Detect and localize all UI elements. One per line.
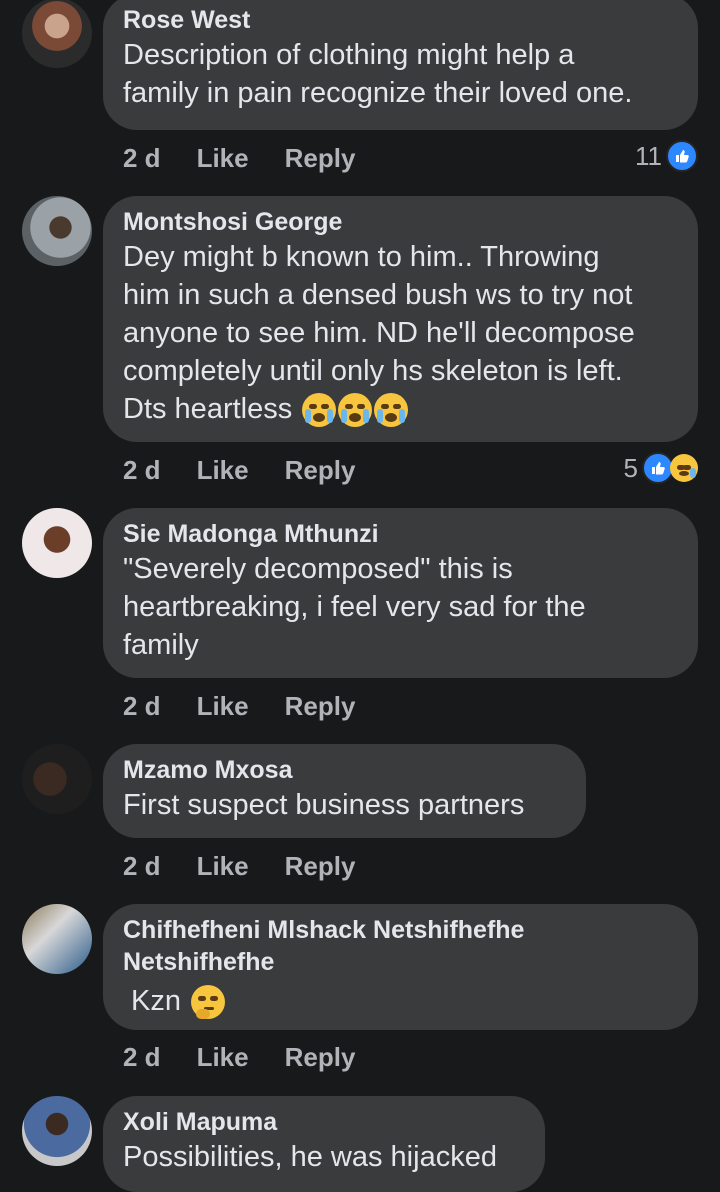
reaction-summary[interactable]: 5 bbox=[624, 452, 698, 484]
author-name[interactable]: Xoli Mapuma bbox=[123, 1106, 525, 1138]
crying-emoji-icon bbox=[302, 393, 337, 428]
timestamp[interactable]: 2 d bbox=[123, 1042, 161, 1073]
comment-text-line: Dey might b known to him.. Throwing bbox=[123, 241, 600, 273]
comment-text-line: family in pain recognize their loved one… bbox=[123, 77, 633, 109]
comment-text-line: Description of clothing might help a bbox=[123, 39, 575, 71]
sad-emoji-icon bbox=[670, 454, 698, 482]
comment-text-line: "Severely decomposed" this is bbox=[123, 553, 513, 585]
reply-button[interactable]: Reply bbox=[285, 851, 356, 882]
author-name[interactable]: Sie Madonga Mthunzi bbox=[123, 518, 678, 550]
reply-button[interactable]: Reply bbox=[285, 455, 356, 486]
author-name[interactable]: Rose West bbox=[123, 4, 678, 36]
crying-emoji-icon bbox=[338, 393, 373, 428]
comment-actions: 2 d Like Reply bbox=[123, 455, 391, 486]
reply-button[interactable]: Reply bbox=[285, 691, 356, 722]
crying-emoji-icon bbox=[374, 393, 409, 428]
comment-text-line: family bbox=[123, 629, 199, 661]
like-button[interactable]: Like bbox=[197, 1042, 249, 1073]
reply-button[interactable]: Reply bbox=[285, 143, 356, 174]
author-name-line[interactable]: Netshifhefhe bbox=[123, 946, 678, 978]
like-button[interactable]: Like bbox=[197, 851, 249, 882]
timestamp[interactable]: 2 d bbox=[123, 455, 161, 486]
author-name[interactable]: Mzamo Mxosa bbox=[123, 754, 566, 786]
comment-text-line: completely until only hs skeleton is lef… bbox=[123, 355, 623, 387]
reaction-count: 11 bbox=[635, 140, 662, 171]
avatar[interactable] bbox=[22, 1096, 92, 1166]
avatar[interactable] bbox=[22, 196, 92, 266]
like-button[interactable]: Like bbox=[197, 143, 249, 174]
comment-actions: 2 d Like Reply bbox=[123, 691, 391, 722]
timestamp[interactable]: 2 d bbox=[123, 143, 161, 174]
timestamp[interactable]: 2 d bbox=[123, 691, 161, 722]
like-button[interactable]: Like bbox=[197, 691, 249, 722]
reply-button[interactable]: Reply bbox=[285, 1042, 356, 1073]
comment-text-line-with-emoji: Dts heartless bbox=[123, 390, 678, 428]
reaction-count: 5 bbox=[623, 452, 638, 483]
avatar[interactable] bbox=[22, 0, 92, 68]
comment-bubble: Chifhefheni Mlshack Netshifhefhe Netshif… bbox=[103, 904, 698, 1030]
timestamp[interactable]: 2 d bbox=[123, 851, 161, 882]
comment-text: Dts heartless bbox=[123, 393, 293, 425]
like-button[interactable]: Like bbox=[197, 455, 249, 486]
avatar[interactable] bbox=[22, 744, 92, 814]
comment-actions: 2 d Like Reply bbox=[123, 851, 391, 882]
reaction-summary[interactable]: 11 bbox=[635, 140, 698, 172]
author-name-line[interactable]: Chifhefheni Mlshack Netshifhefhe bbox=[123, 914, 678, 946]
comment-text-line: anyone to see him. ND he'll decompose bbox=[123, 317, 635, 349]
comment-text-line: him in such a densed bush ws to try not bbox=[123, 279, 633, 311]
comment-bubble: Sie Madonga Mthunzi "Severely decomposed… bbox=[103, 508, 698, 678]
comment-actions: 2 d Like Reply bbox=[123, 1042, 391, 1073]
comment-text-line-with-emoji: Kzn bbox=[123, 982, 678, 1020]
comment-text-line: First suspect business partners bbox=[123, 789, 525, 821]
avatar[interactable] bbox=[22, 904, 92, 974]
comment-bubble: Rose West Description of clothing might … bbox=[103, 0, 698, 130]
comment-bubble: Mzamo Mxosa First suspect business partn… bbox=[103, 744, 586, 838]
avatar[interactable] bbox=[22, 508, 92, 578]
author-name[interactable]: Montshosi George bbox=[123, 206, 678, 238]
comment-bubble: Montshosi George Dey might b known to hi… bbox=[103, 196, 698, 442]
comment-text-line: Possibilities, he was hijacked bbox=[123, 1141, 497, 1173]
comment-actions: 2 d Like Reply bbox=[123, 143, 391, 174]
comment-text: Kzn bbox=[131, 985, 181, 1017]
thinking-emoji-icon bbox=[191, 985, 226, 1020]
like-icon bbox=[666, 140, 698, 172]
comment-text-line: heartbreaking, i feel very sad for the bbox=[123, 591, 586, 623]
